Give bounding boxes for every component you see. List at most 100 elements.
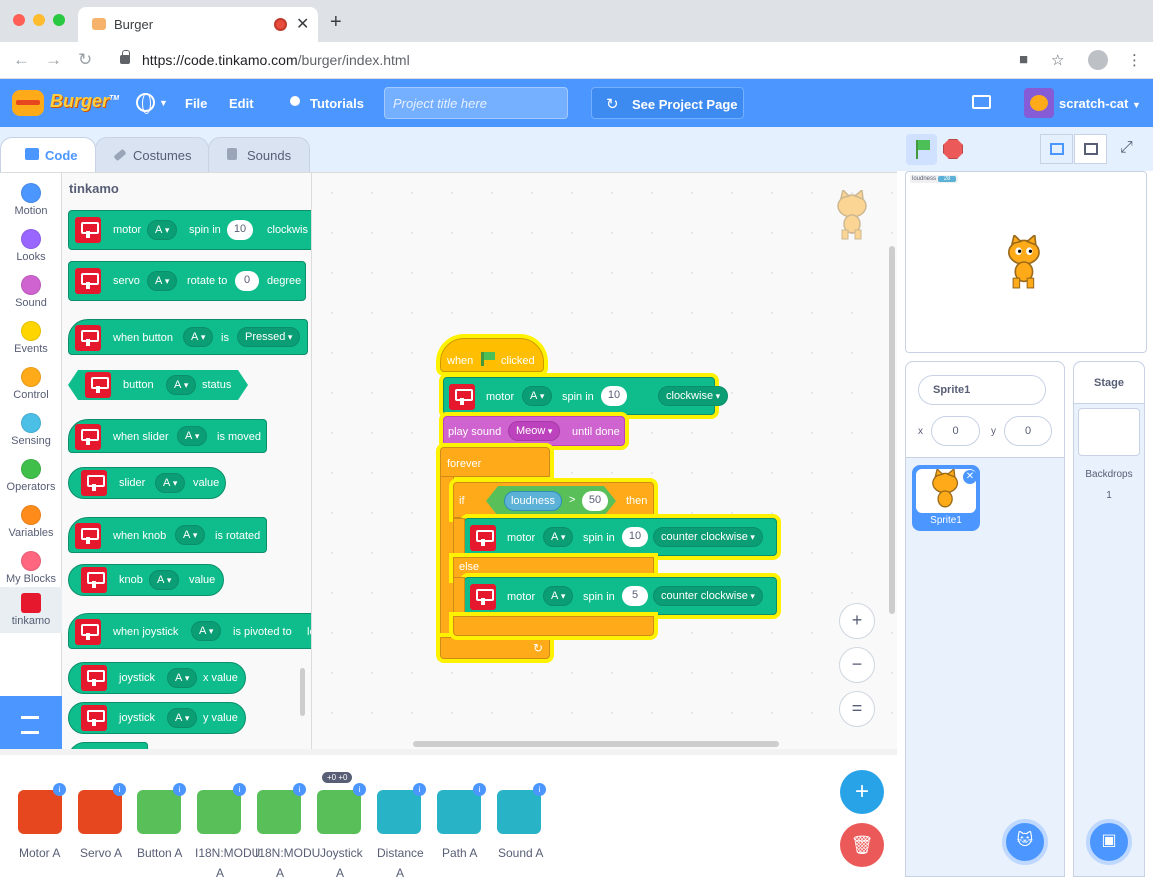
stage-target-pane[interactable]: Stage Backdrops 1 (1073, 361, 1145, 877)
device-sound-icon[interactable] (497, 790, 541, 834)
user-avatar[interactable] (1024, 88, 1054, 118)
category-operators[interactable]: Operators (0, 453, 62, 499)
workspace-vertical-scrollbar[interactable] (889, 246, 895, 614)
category-control[interactable]: Control (0, 361, 62, 407)
category-variables[interactable]: Variables (0, 499, 62, 545)
device-info-icon[interactable]: i (113, 783, 126, 796)
device-slider-icon[interactable] (197, 790, 241, 834)
palette-block-motor-spin[interactable]: motor A spin in 10 clockwis (68, 210, 311, 250)
add-device-button[interactable]: + (840, 770, 884, 814)
palette-block-when-button[interactable]: when button A is Pressed (68, 319, 308, 355)
maximize-window-button[interactable] (53, 14, 65, 26)
username-menu[interactable]: scratch-cat ▼ (1059, 96, 1141, 111)
loudness-reporter[interactable]: loudness (504, 491, 562, 511)
url-field[interactable]: https://code.tinkamo.com/burger/index.ht… (142, 52, 410, 68)
device-distance-icon[interactable] (377, 790, 421, 834)
palette-block-when-knob[interactable]: when knob A is rotated (68, 517, 267, 553)
palette-scrollbar[interactable] (300, 668, 305, 716)
palette-block-joystick-y[interactable]: joystick A y value (68, 702, 246, 734)
motor-spin-counterclockwise-block-2[interactable]: motor A spin in 5 counter clockwise (464, 577, 777, 615)
zoom-reset-button[interactable]: = (839, 691, 875, 727)
file-menu[interactable]: File (185, 96, 207, 111)
palette-block-slider-value[interactable]: slider A value (68, 467, 226, 499)
sprite-x-input[interactable]: 0 (931, 416, 980, 446)
device-info-icon[interactable]: i (53, 783, 66, 796)
device-info-icon[interactable]: i (473, 783, 486, 796)
new-tab-button[interactable]: + (330, 12, 342, 32)
close-window-button[interactable] (13, 14, 25, 26)
direction-dropdown[interactable]: counter clockwise (653, 586, 763, 606)
script-workspace[interactable] (312, 172, 897, 749)
device-info-icon[interactable]: i (293, 783, 306, 796)
category-motion[interactable]: Motion (0, 177, 62, 223)
choose-sprite-button[interactable]: 🐱 (1002, 819, 1048, 865)
device-info-icon[interactable]: i (413, 783, 426, 796)
tutorials-menu[interactable]: Tutorials (310, 96, 364, 111)
camera-icon[interactable]: ■ (1019, 51, 1028, 68)
device-button-icon[interactable] (137, 790, 181, 834)
zoom-in-button[interactable]: + (839, 603, 875, 639)
threshold-input[interactable]: 50 (582, 491, 608, 511)
green-flag-button[interactable] (906, 134, 937, 165)
add-extension-button[interactable] (0, 696, 62, 749)
delete-device-trash-icon[interactable]: 🗑 (840, 823, 884, 867)
palette-block-when-joystick[interactable]: when joystick A is pivoted to le (68, 613, 311, 649)
minimize-window-button[interactable] (33, 14, 45, 26)
motor-port-dropdown[interactable]: A (543, 586, 574, 606)
device-path-icon[interactable] (437, 790, 481, 834)
forever-block[interactable]: forever (440, 447, 550, 477)
direction-dropdown[interactable]: counter clockwise (653, 527, 763, 547)
if-else-block[interactable]: if loudness > 50 then (453, 482, 654, 518)
motor-port-dropdown[interactable]: A (522, 386, 553, 406)
stage-backdrop-thumbnail[interactable] (1078, 408, 1140, 456)
device-joystick-icon[interactable] (317, 790, 361, 834)
category-sound[interactable]: Sound (0, 269, 62, 315)
motor-spin-counterclockwise-block-1[interactable]: motor A spin in 10 counter clockwise (464, 518, 777, 556)
my-stuff-folder-icon[interactable] (972, 95, 991, 109)
device-info-icon[interactable]: i (233, 783, 246, 796)
zoom-out-button[interactable]: − (839, 647, 875, 683)
workspace-horizontal-scrollbar[interactable] (413, 741, 779, 747)
palette-block-partial[interactable] (68, 742, 148, 749)
palette-block-servo[interactable]: servo A rotate to 0 degree (68, 261, 306, 301)
motor-port-dropdown[interactable]: A (543, 527, 574, 547)
bookmark-star-icon[interactable]: ☆ (1051, 51, 1064, 69)
device-servo-icon[interactable] (78, 790, 122, 834)
palette-block-when-slider[interactable]: when slider A is moved (68, 419, 267, 453)
browser-menu-icon[interactable]: ⋮ (1127, 51, 1142, 69)
palette-block-knob-value[interactable]: knob A value (68, 564, 224, 596)
tab-costumes[interactable]: Costumes (95, 137, 209, 173)
tab-code[interactable]: Code (0, 137, 96, 173)
greater-than-operator[interactable]: loudness > 50 (486, 486, 616, 516)
category-events[interactable]: Events (0, 315, 62, 361)
category-sensing[interactable]: Sensing (0, 407, 62, 453)
device-motor-icon[interactable] (18, 790, 62, 834)
small-stage-button[interactable] (1040, 134, 1073, 164)
when-flag-clicked-block[interactable]: when clicked (440, 338, 544, 372)
category-my-blocks[interactable]: My Blocks (0, 545, 62, 591)
delete-sprite-close-icon[interactable]: ✕ (963, 470, 977, 484)
category-looks[interactable]: Looks (0, 223, 62, 269)
palette-block-joystick-x[interactable]: joystick A x value (68, 662, 246, 694)
project-title-input[interactable]: Project title here (384, 87, 568, 119)
device-info-icon[interactable]: i (353, 783, 366, 796)
device-info-icon[interactable]: i (533, 783, 546, 796)
edit-menu[interactable]: Edit (229, 96, 254, 111)
speed-input[interactable]: 10 (622, 527, 648, 547)
choose-backdrop-button[interactable]: ▣ (1086, 819, 1132, 865)
sprite-thumbnail[interactable]: Sprite1 ✕ (912, 465, 980, 531)
sprite-y-input[interactable]: 0 (1004, 416, 1052, 446)
stage-sprite-cat[interactable] (1000, 233, 1050, 289)
motor-spin-clockwise-block[interactable]: motor A spin in 10 clockwise (443, 377, 729, 415)
browser-tab[interactable]: Burger ✕ (78, 7, 318, 42)
see-project-page-button[interactable]: ↻ See Project Page (591, 87, 744, 119)
play-sound-until-done-block[interactable]: play sound Meow until done (443, 416, 625, 446)
close-tab-button[interactable]: ✕ (296, 14, 309, 34)
app-logo-text[interactable]: BurgerTM (50, 91, 119, 112)
device-knob-icon[interactable] (257, 790, 301, 834)
tab-sounds[interactable]: Sounds (208, 137, 310, 173)
fullscreen-icon[interactable]: ⤢ (1120, 139, 1133, 157)
reload-icon[interactable]: ↻ (78, 50, 92, 70)
language-chevron-down-icon[interactable]: ▼ (159, 98, 168, 108)
speed-input[interactable]: 5 (622, 586, 648, 606)
